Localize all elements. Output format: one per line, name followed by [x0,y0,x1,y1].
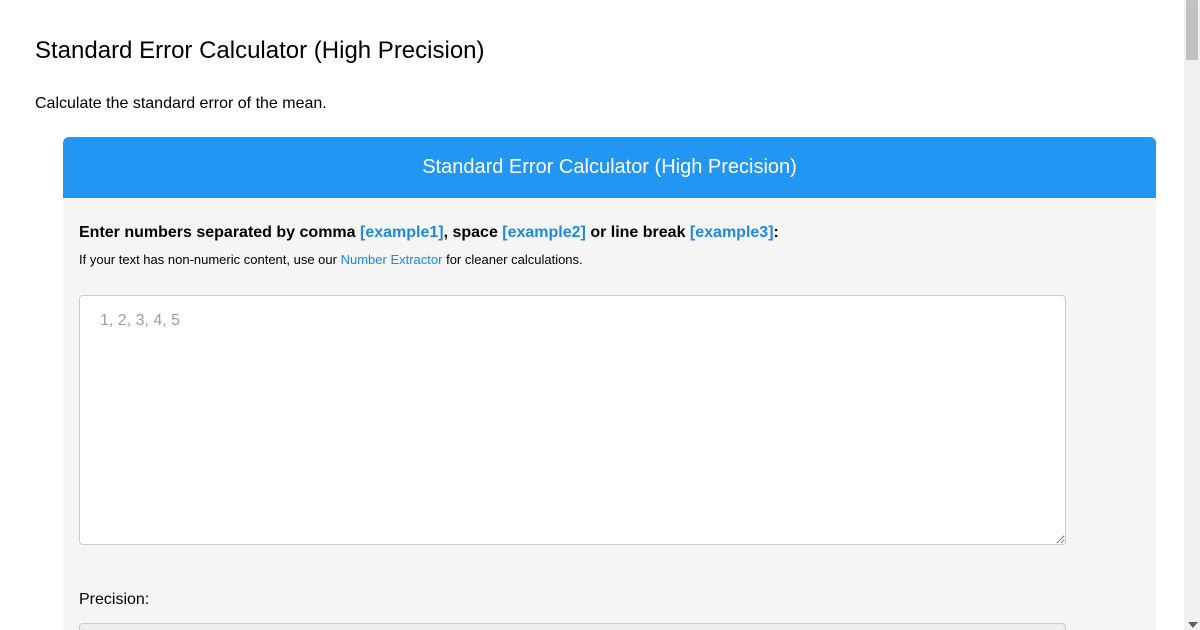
number-extractor-link[interactable]: Number Extractor [341,252,443,267]
example2-link[interactable]: [example2] [502,224,586,241]
hint-prefix: If your text has non-numeric content, us… [79,252,341,267]
instruction-text: , space [444,224,503,241]
scrollbar-thumb[interactable] [1186,0,1198,60]
numbers-input[interactable] [79,295,1066,545]
instruction-text: Enter numbers separated by comma [79,224,360,241]
panel-body: Enter numbers separated by comma [exampl… [63,198,1156,630]
panel-header: Standard Error Calculator (High Precisio… [63,137,1156,198]
vertical-scrollbar[interactable] [1184,0,1200,630]
page-subtitle: Calculate the standard error of the mean… [35,95,1156,113]
input-instruction: Enter numbers separated by comma [exampl… [79,222,1140,244]
example1-link[interactable]: [example1] [360,224,444,241]
calculator-panel: Standard Error Calculator (High Precisio… [63,137,1156,630]
example3-link[interactable]: [example3] [690,224,774,241]
instruction-text: : [774,224,779,241]
precision-select[interactable]: 10 [79,623,1066,630]
page-title: Standard Error Calculator (High Precisio… [35,37,1156,65]
hint-text: If your text has non-numeric content, us… [79,252,1140,267]
instruction-text: or line break [586,224,690,241]
hint-suffix: for cleaner calculations. [442,252,582,267]
scroll-down-icon[interactable] [1188,622,1198,628]
precision-label: Precision: [79,591,1140,609]
